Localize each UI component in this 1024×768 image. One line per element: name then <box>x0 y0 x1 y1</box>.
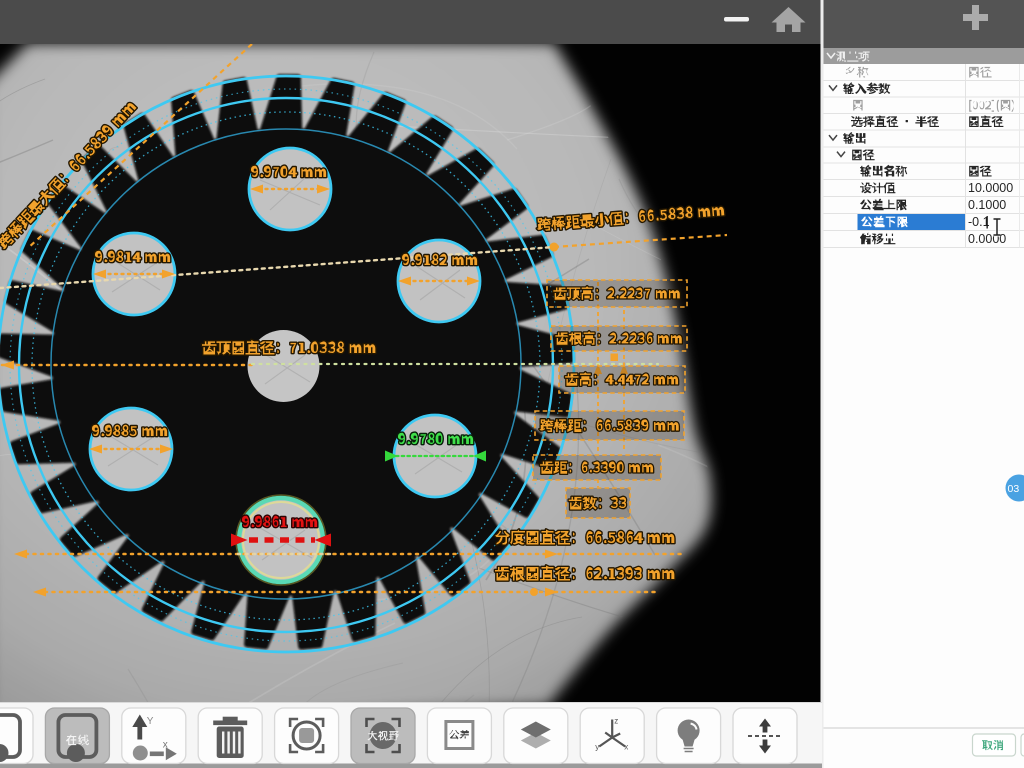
svg-text:z: z <box>614 717 618 726</box>
svg-text:03: 03 <box>1008 483 1020 495</box>
svg-text:x: x <box>163 740 168 751</box>
svg-text:0.1000: 0.1000 <box>968 198 1006 212</box>
svg-text:10.0000: 10.0000 <box>968 181 1013 195</box>
svg-text:Y: Y <box>147 716 154 727</box>
svg-text:x: x <box>624 743 628 752</box>
svg-text:0.0000: 0.0000 <box>968 232 1006 246</box>
svg-text:y: y <box>595 743 599 752</box>
svg-text:-0.1: -0.1 <box>968 215 990 229</box>
